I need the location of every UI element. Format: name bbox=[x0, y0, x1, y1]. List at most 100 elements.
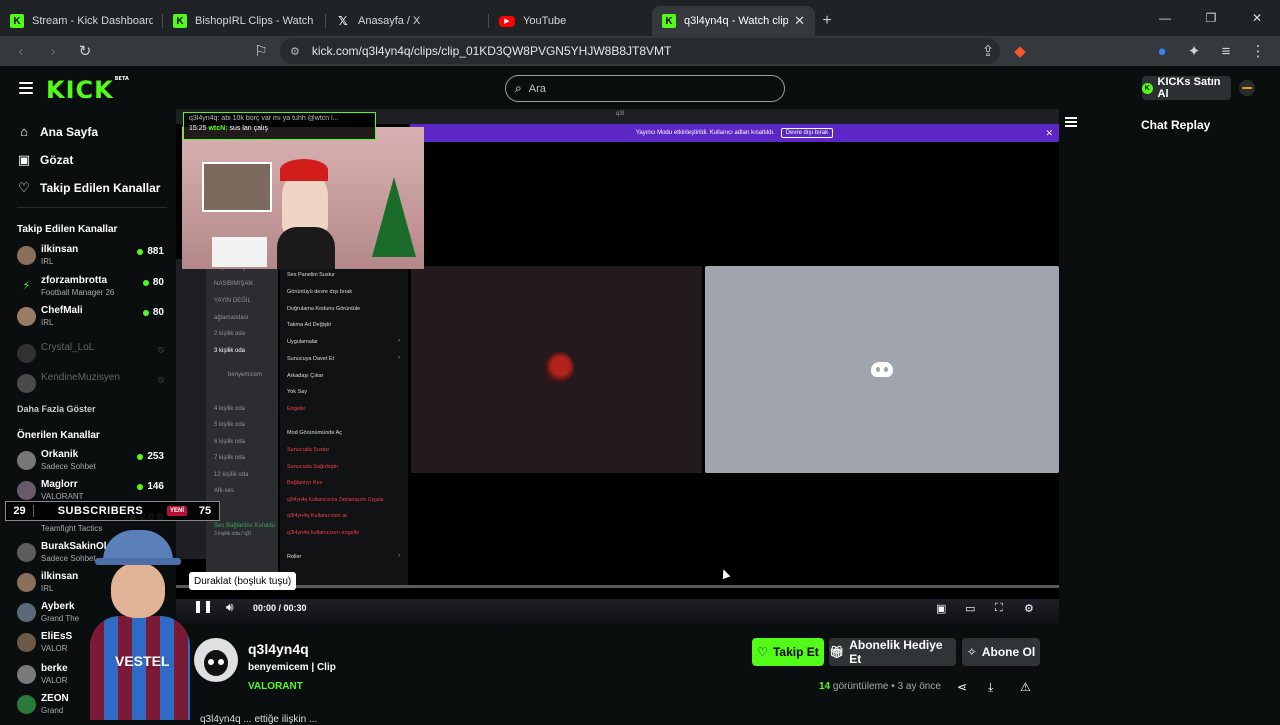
address-bar[interactable]: ⚙ kick.com/q3l4yn4q/clips/clip_01KD3QW8P… bbox=[280, 38, 1000, 64]
offline-icon: ⦸ bbox=[158, 374, 164, 384]
show-more-link[interactable]: Daha Fazla Göster bbox=[17, 404, 96, 414]
avatar bbox=[17, 603, 36, 622]
close-tab-icon[interactable]: ✕ bbox=[794, 13, 805, 29]
streamer-mode-banner: Yayıncı Modu etkinleştirildi. Kullanıcı … bbox=[410, 124, 1059, 142]
tab-label: Stream - Kick Dashboard bbox=[32, 15, 153, 27]
browser-tab-youtube[interactable]: ▶ YouTube bbox=[489, 6, 652, 36]
download-icon[interactable]: ⤓ bbox=[988, 680, 993, 695]
hamburger-menu-icon[interactable] bbox=[19, 82, 33, 94]
search-input[interactable]: ⌕ Ara bbox=[505, 75, 785, 102]
kicks-coin-icon: K bbox=[1142, 82, 1153, 94]
recommended-channel[interactable]: Orkanik Sadece Sohbet 253 bbox=[17, 449, 167, 477]
heart-icon: ♡ bbox=[757, 645, 768, 659]
avatar bbox=[17, 481, 36, 500]
new-badge: YENİ bbox=[166, 506, 187, 516]
fullscreen-icon[interactable]: ⛶ bbox=[995, 602, 1003, 615]
url-text: kick.com/q3l4yn4q/clips/clip_01KD3QW8PVG… bbox=[311, 44, 672, 58]
browser-tab-bishopirl-clips[interactable]: K BishopIRL Clips - Watch Live on Kick bbox=[163, 6, 326, 36]
star-icon: ✧ bbox=[966, 645, 977, 659]
tab-label: Anasayfa / X bbox=[358, 15, 421, 27]
new-tab-icon[interactable]: + bbox=[815, 6, 839, 36]
minimize-icon[interactable]: — bbox=[1142, 0, 1188, 36]
report-icon[interactable]: ⚠ bbox=[1020, 680, 1031, 694]
followed-channel[interactable]: ⚡ zforzambrotta Football Manager 26 80 bbox=[17, 275, 167, 303]
youtube-favicon-icon: ▶ bbox=[499, 15, 515, 27]
avatar bbox=[17, 451, 36, 470]
avatar bbox=[17, 543, 36, 562]
avatar bbox=[17, 573, 36, 592]
reload-icon[interactable]: ↻ bbox=[69, 36, 101, 66]
settings-gear-icon[interactable]: ⚙ bbox=[1024, 602, 1034, 615]
participant-avatar bbox=[544, 351, 574, 385]
volume-icon[interactable]: 🔊︎ bbox=[226, 600, 234, 615]
view-count: 14 görüntüleme • 3 ay önce bbox=[819, 681, 941, 692]
theater-mode-icon[interactable]: ▭ bbox=[965, 602, 975, 615]
clip-byline: benyemicem | Clip bbox=[248, 662, 336, 673]
avatar bbox=[17, 695, 36, 714]
viewer-count: 80 bbox=[143, 277, 164, 288]
nav-following[interactable]: ♡ Takip Edilen Kanallar bbox=[17, 180, 160, 196]
browser-tab-active[interactable]: K q3l4yn4q - Watch clips on K ✕ bbox=[652, 6, 815, 36]
video-player[interactable]: q3l Yayıncı Modu etkinleştirildi. Kullan… bbox=[176, 109, 1059, 624]
followed-channel[interactable]: ilkinsan IRL 881 bbox=[17, 244, 167, 272]
kick-logo[interactable]: KICKBETA bbox=[46, 76, 129, 104]
user-avatar[interactable] bbox=[1239, 80, 1255, 96]
divider bbox=[17, 207, 167, 208]
playlist-icon[interactable]: ≡ bbox=[1210, 36, 1242, 66]
streamer-cutout-image: VESTEL bbox=[85, 528, 200, 720]
followed-channel[interactable]: ChefMali IRL 80 bbox=[17, 305, 167, 333]
game-link[interactable]: VALORANT bbox=[248, 681, 303, 692]
viewer-count: 253 bbox=[137, 451, 164, 462]
viewer-count: 80 bbox=[143, 307, 164, 318]
tab-label: BishopIRL Clips - Watch Live on Kick bbox=[195, 15, 316, 27]
extensions-puzzle-icon[interactable]: ✦ bbox=[1178, 36, 1210, 66]
nav-browse[interactable]: ▣ Gözat bbox=[17, 152, 74, 168]
browser-tab-x[interactable]: 𝕏 Anasayfa / X bbox=[326, 6, 489, 36]
share-icon[interactable]: ⇪ bbox=[972, 36, 1004, 66]
avatar bbox=[17, 246, 36, 265]
stream-chat-overlay: q3l4yn4q: abi 10k borç var mı ya tuhh @w… bbox=[183, 112, 376, 140]
home-icon: ⌂ bbox=[20, 124, 28, 139]
pause-tooltip: Duraklat (boşluk tuşu) bbox=[189, 572, 297, 590]
offline-icon: ⦸ bbox=[158, 344, 164, 354]
recommended-channels-title: Önerilen Kanallar bbox=[17, 430, 100, 441]
browser-toolbar: ‹ › ↻ ⚐ ⚙ kick.com/q3l4yn4q/clips/clip_0… bbox=[0, 36, 1280, 66]
channel-name[interactable]: q3l4yn4q bbox=[248, 641, 309, 657]
player-controls bbox=[176, 588, 1059, 624]
followed-channel-offline[interactable]: Crystal_LoL ⦸ bbox=[17, 342, 167, 370]
avatar bbox=[17, 307, 36, 326]
collapse-chat-icon[interactable] bbox=[1065, 117, 1077, 127]
kick-favicon-icon: K bbox=[10, 14, 24, 28]
gift-subscription-button[interactable]: 🎁︎ Abonelik Hediye Et bbox=[829, 638, 956, 666]
back-icon[interactable]: ‹ bbox=[5, 36, 37, 66]
forward-icon[interactable]: › bbox=[37, 36, 69, 66]
avatar bbox=[17, 633, 36, 652]
brave-shield-icon[interactable]: ◆ bbox=[1004, 36, 1036, 66]
follow-button[interactable]: ♡ Takip Et bbox=[752, 638, 824, 666]
extension-icon[interactable]: ● bbox=[1146, 36, 1178, 66]
nav-home[interactable]: ⌂ Ana Sayfa bbox=[17, 124, 98, 139]
restore-icon[interactable]: ❐ bbox=[1188, 0, 1234, 36]
disable-streamer-mode-button: Devre dışı bırak bbox=[780, 128, 834, 138]
close-window-icon[interactable]: ✕ bbox=[1234, 0, 1280, 36]
subscribe-button[interactable]: ✧ Abone Ol bbox=[962, 638, 1040, 666]
bookmark-icon[interactable]: ⚐ bbox=[245, 36, 277, 66]
tab-label: q3l4yn4q - Watch clips on K bbox=[684, 15, 789, 27]
time-display: 00:00 / 00:30 bbox=[253, 603, 307, 613]
kick-favicon-icon: K bbox=[173, 14, 187, 28]
pip-icon[interactable]: ▣ bbox=[936, 602, 946, 615]
site-info-icon[interactable]: ⚙ bbox=[290, 45, 300, 58]
browser-tab-kick-dashboard[interactable]: K Stream - Kick Dashboard bbox=[0, 6, 163, 36]
followed-channels-title: Takip Edilen Kanallar bbox=[17, 224, 118, 235]
share-icon[interactable]: ⋖ bbox=[957, 680, 967, 694]
browser-extensions: ⇪ ◆ ● ✦ ≡ ⋮ bbox=[972, 36, 1274, 66]
followed-channel-offline[interactable]: KendineMuzisyen ⦸ bbox=[17, 372, 167, 400]
discord-context-menu: Ses Panelini Sustur Görüntüyü devre dışı… bbox=[280, 267, 408, 589]
menu-kebab-icon[interactable]: ⋮ bbox=[1242, 36, 1274, 66]
heart-icon: ♡ bbox=[18, 180, 30, 195]
channel-avatar[interactable] bbox=[194, 638, 238, 682]
buy-kicks-button[interactable]: K KICKs Satın Al bbox=[1142, 76, 1231, 100]
discord-logo-icon bbox=[871, 362, 893, 377]
browse-icon: ▣ bbox=[17, 152, 31, 167]
search-icon: ⌕ bbox=[515, 81, 522, 95]
